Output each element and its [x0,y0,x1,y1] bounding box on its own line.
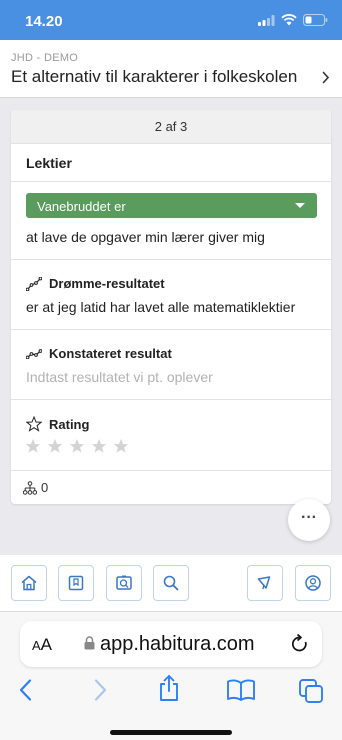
status-time: 14.20 [25,13,63,30]
section-children: 0 [11,471,331,504]
observed-result-input[interactable]: Indtast resultatet vi pt. oplever [26,369,213,385]
rating-header: Rating [26,416,89,432]
url-bar[interactable]: AA app.habitura.com [20,621,322,667]
habit-break-dropdown[interactable]: Vanebruddet er [26,193,317,218]
observed-result-label: Konstateret resultat [49,346,172,361]
hierarchy-icon [23,480,37,495]
bookmark-icon [68,575,84,591]
section-rating: Rating [11,400,331,471]
dream-result-label: Drømme-resultatet [49,276,165,291]
children-count[interactable]: 0 [23,480,48,495]
trend-icon [26,348,42,359]
habit-break-value[interactable]: at lave de opgaver min lærer giver mig [26,229,265,245]
more-options-button[interactable]: ··· [288,499,330,541]
battery-icon [303,14,328,26]
page-title: Et alternativ til karakterer i folkeskol… [11,67,298,86]
photo-search-icon [116,575,132,590]
section-habit-break: Vanebruddet er at lave de opgaver min læ… [11,182,331,260]
section-lektier: Lektier [11,144,331,182]
page-header[interactable]: JHD - DEMO Et alternativ til karakterer … [0,40,342,98]
observed-result-header: Konstateret resultat [26,346,172,361]
rating-star-icon[interactable] [113,438,129,454]
chevron-right-icon[interactable] [322,71,330,84]
share-icon[interactable] [157,674,181,702]
rating-star-icon[interactable] [91,438,107,454]
book-icon[interactable] [226,678,256,702]
home-indicator [110,730,232,735]
tabs-icon[interactable] [298,678,324,704]
status-icons [258,14,328,26]
browser-chrome: AA app.habitura.com [0,611,342,740]
caret-down-icon [295,203,305,208]
section-title: Lektier [26,155,72,171]
megaphone-icon [257,576,271,590]
user-icon [305,575,321,591]
section-dream-result: Drømme-resultatet er at jeg latid har la… [11,260,331,330]
nav-bookmark-button[interactable] [58,565,94,601]
text-size-button[interactable]: AA [32,635,52,655]
signal-icon [258,14,275,26]
forward-icon[interactable] [92,678,108,702]
line-chart-icon [26,276,42,291]
pager: 2 af 3 [11,110,331,144]
rating-star-icon[interactable] [25,438,41,454]
nav-megaphone-button[interactable] [247,565,283,601]
dropdown-label: Vanebruddet er [37,199,126,214]
nav-photo-search-button[interactable] [106,565,142,601]
nav-user-button[interactable] [295,565,331,601]
url-text: app.habitura.com [100,633,255,655]
rating-stars[interactable] [25,438,129,454]
status-bar: 14.20 [0,0,342,40]
rating-star-icon[interactable] [47,438,63,454]
dream-result-header: Drømme-resultatet [26,276,165,291]
habit-card: 2 af 3 Lektier Vanebruddet er at lave de… [11,110,331,504]
nav-home-button[interactable] [11,565,47,601]
nav-search-button[interactable] [153,565,189,601]
dream-result-value[interactable]: er at jeg latid har lavet alle matematik… [26,299,295,315]
wifi-icon [281,14,297,26]
section-observed-result: Konstateret resultat Indtast resultatet … [11,330,331,400]
children-count-value: 0 [41,480,49,495]
reload-icon[interactable] [290,633,310,655]
back-icon[interactable] [18,678,34,702]
bottom-nav [0,555,342,611]
lock-icon [84,636,95,650]
breadcrumb: JHD - DEMO [11,52,79,64]
rating-star-icon[interactable] [69,438,85,454]
star-outline-icon [26,416,42,432]
search-icon [163,575,179,591]
home-icon [21,575,37,591]
rating-label: Rating [49,416,90,432]
